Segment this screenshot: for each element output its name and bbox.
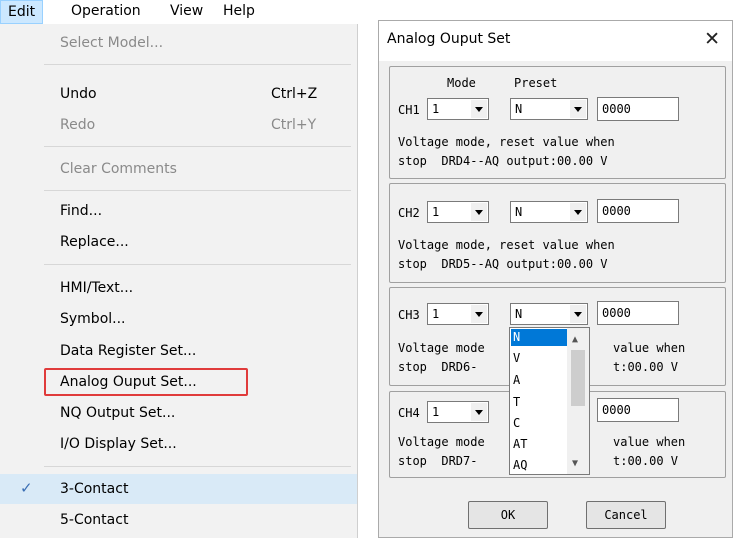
channel-description: stop DRD4--AQ output:00.00 V (398, 154, 608, 168)
ok-button[interactable]: OK (468, 501, 548, 529)
shortcut-undo: Ctrl+Z (271, 86, 318, 102)
dialog-title: Analog Ouput Set (387, 31, 511, 47)
dropdown-option[interactable]: AQ (511, 457, 569, 474)
menu-item-3-contact[interactable]: ✓ 3-Contact (0, 474, 357, 504)
highlight-box (44, 368, 248, 396)
header-mode: Mode (447, 76, 476, 90)
dropdown-scrollbar[interactable]: ▲ ▼ (567, 328, 589, 474)
chevron-down-icon[interactable] (471, 305, 487, 323)
chevron-down-icon[interactable]: ▼ (572, 458, 578, 469)
preset-dropdown-list: N V A T C AT AQ ▲ ▼ (509, 327, 590, 475)
menu-item-hmi-text[interactable]: HMI/Text... (0, 273, 357, 303)
menu-item-nq-output-set[interactable]: NQ Output Set... (0, 398, 357, 428)
channel-group-ch2: CH2 1 N 0000 Voltage mode, reset value w… (389, 183, 726, 283)
preset-select[interactable]: N (510, 303, 588, 325)
channel-description: Voltage mode, reset value when (398, 135, 615, 149)
menu-item-redo[interactable]: Redo Ctrl+Y (0, 110, 357, 140)
shortcut-redo: Ctrl+Y (271, 117, 317, 133)
dropdown-option[interactable]: AT (511, 436, 569, 453)
menu-item-io-display-set[interactable]: I/O Display Set... (0, 429, 357, 459)
chevron-up-icon[interactable]: ▲ (572, 334, 578, 345)
channel-label: CH4 (398, 406, 420, 420)
channel-description: value when (613, 341, 686, 355)
chevron-down-icon[interactable] (570, 203, 586, 221)
dropdown-option[interactable]: N (511, 329, 569, 346)
channel-description: t:00.00 V (613, 360, 679, 374)
channel-group-ch1: Mode Preset CH1 1 N 0000 Voltage mode, r… (389, 66, 726, 179)
chevron-down-icon[interactable] (471, 203, 487, 221)
mode-select[interactable]: 1 (427, 98, 489, 120)
menu-item-undo[interactable]: Undo Ctrl+Z (0, 79, 357, 109)
menu-separator (44, 466, 351, 467)
channel-label: CH3 (398, 308, 420, 322)
chevron-down-icon[interactable] (570, 305, 586, 323)
mode-select[interactable]: 1 (427, 303, 489, 325)
chevron-down-icon[interactable] (570, 100, 586, 118)
channel-description: stop DRD7- (398, 454, 478, 468)
menu-help[interactable]: Help (216, 0, 262, 24)
preset-select[interactable]: N (510, 201, 588, 223)
preset-select[interactable]: N (510, 98, 588, 120)
mode-select[interactable]: 1 (427, 201, 489, 223)
dropdown-option[interactable]: T (511, 394, 569, 411)
channel-description: t:00.00 V (613, 454, 679, 468)
menu-operation[interactable]: Operation (64, 0, 148, 24)
header-preset: Preset (514, 76, 558, 90)
close-icon[interactable]: ✕ (704, 28, 720, 50)
menu-separator (44, 64, 351, 65)
channel-label: CH2 (398, 206, 420, 220)
menu-item-select-model[interactable]: Select Model... (0, 28, 357, 58)
dropdown-option[interactable]: V (511, 350, 569, 367)
menu-separator (44, 190, 351, 191)
menu-edit[interactable]: Edit (0, 0, 44, 24)
channel-description: stop DRD6- (398, 360, 478, 374)
menu-item-replace[interactable]: Replace... (0, 227, 357, 257)
chevron-down-icon[interactable] (471, 100, 487, 118)
menu-item-find[interactable]: Find... (0, 196, 357, 226)
preset-value-input[interactable]: 0000 (597, 97, 679, 121)
dropdown-option[interactable]: C (511, 415, 569, 432)
menu-item-symbol[interactable]: Symbol... (0, 304, 357, 334)
channel-description: value when (613, 435, 686, 449)
channel-description: Voltage mode, reset value when (398, 238, 615, 252)
menu-item-clear-comments[interactable]: Clear Comments (0, 154, 357, 184)
edit-menu: Select Model... Undo Ctrl+Z Redo Ctrl+Y Cl… (0, 24, 358, 538)
chevron-down-icon[interactable] (471, 403, 487, 421)
channel-label: CH1 (398, 103, 420, 117)
dialog-title-bar: Analog Ouput Set ✕ (379, 21, 732, 61)
menu-item-data-register-set[interactable]: Data Register Set... (0, 336, 357, 366)
menu-separator (44, 264, 351, 265)
channel-description: Voltage mode (398, 435, 485, 449)
menu-item-5-contact[interactable]: 5-Contact (0, 505, 357, 535)
dropdown-option[interactable]: A (511, 372, 569, 389)
preset-value-input[interactable]: 0000 (597, 398, 679, 422)
channel-description: Voltage mode (398, 341, 485, 355)
preset-value-input[interactable]: 0000 (597, 199, 679, 223)
cancel-button[interactable]: Cancel (586, 501, 666, 529)
menu-separator (44, 146, 351, 147)
menu-bar: Edit Operation View Help (0, 0, 375, 24)
preset-value-input[interactable]: 0000 (597, 301, 679, 325)
channel-description: stop DRD5--AQ output:00.00 V (398, 257, 608, 271)
menu-view[interactable]: View (163, 0, 210, 24)
scrollbar-thumb[interactable] (571, 350, 585, 406)
mode-select[interactable]: 1 (427, 401, 489, 423)
